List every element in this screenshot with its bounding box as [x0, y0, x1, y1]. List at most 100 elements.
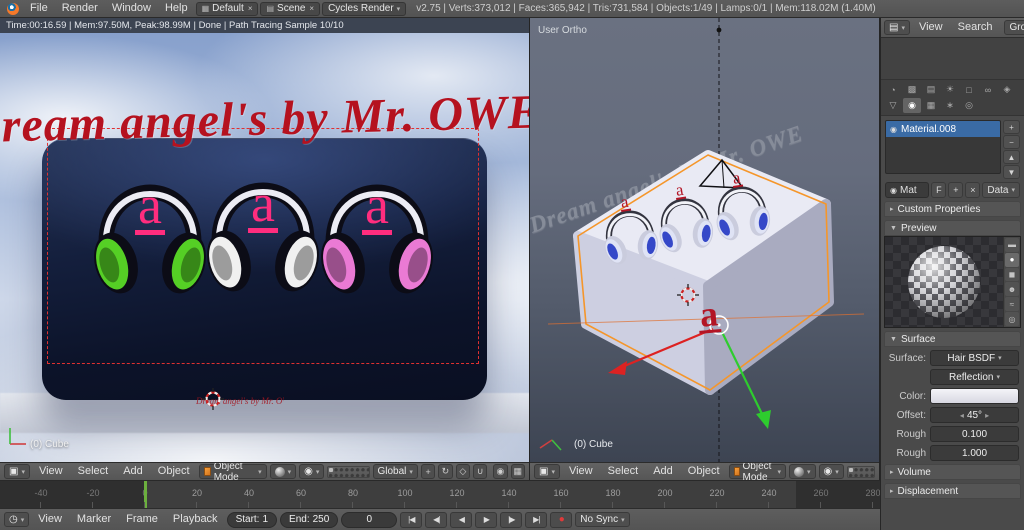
tab-particles[interactable]: ∗	[941, 98, 959, 113]
panel-custom-properties[interactable]: ▸ Custom Properties	[884, 201, 1021, 217]
previous-keyframe-button[interactable]: ◀|	[425, 512, 447, 528]
tab-data[interactable]: ▽	[884, 98, 902, 113]
tab-world[interactable]: ☀	[941, 82, 959, 97]
menu-select[interactable]: Select	[602, 463, 645, 480]
new-material-button[interactable]: +	[948, 182, 963, 198]
material-slots[interactable]: ◉ Material.008	[885, 120, 1001, 174]
link-data-selector[interactable]: Data ▾	[982, 182, 1020, 198]
tab-render[interactable]: ◔	[884, 82, 902, 97]
next-keyframe-button[interactable]: |▶	[500, 512, 522, 528]
rendered-3d-view[interactable]: Dream angel's by Mr. OWE	[0, 33, 529, 462]
material-slot-selected[interactable]: ◉ Material.008	[886, 121, 1000, 137]
outliner-tree[interactable]	[881, 38, 1024, 80]
preview-hair-button[interactable]: ≈	[1005, 297, 1019, 311]
menu-help[interactable]: Help	[159, 0, 194, 17]
layers-widget[interactable]	[847, 466, 875, 478]
editor-type-button[interactable]: ▣ ▾	[4, 464, 30, 479]
menu-object[interactable]: Object	[682, 463, 726, 480]
menu-object[interactable]: Object	[152, 463, 196, 480]
layers-widget[interactable]	[327, 466, 369, 478]
menu-view[interactable]: View	[32, 511, 68, 528]
menu-select[interactable]: Select	[72, 463, 115, 480]
menu-render[interactable]: Render	[56, 0, 104, 17]
menu-add[interactable]: Add	[647, 463, 679, 480]
opengl-render-button[interactable]: ◉	[493, 464, 507, 479]
jump-to-start-button[interactable]: |◀	[400, 512, 422, 528]
menu-add[interactable]: Add	[117, 463, 149, 480]
preview-monkey-button[interactable]: ☻	[1005, 282, 1019, 296]
panel-displacement[interactable]: ▸ Displacement	[884, 483, 1021, 499]
move-slot-down-button[interactable]: ▼	[1003, 165, 1020, 179]
current-frame-field[interactable]: 0	[341, 512, 397, 528]
decrement-icon[interactable]: ◂	[960, 411, 964, 420]
menu-marker[interactable]: Marker	[71, 511, 117, 528]
remove-slot-button[interactable]: −	[1003, 135, 1020, 149]
preview-sphere-button[interactable]: ●	[1005, 253, 1019, 267]
offset-slider[interactable]: ◂ 45° ▸	[930, 407, 1019, 423]
move-slot-up-button[interactable]: ▲	[1003, 150, 1020, 164]
viewport-shading-selector[interactable]: ▾	[270, 464, 297, 479]
color-swatch[interactable]	[930, 388, 1019, 404]
menu-search[interactable]: Search	[952, 19, 999, 36]
tab-physics[interactable]: ◎	[960, 98, 978, 113]
opengl-render-anim-button[interactable]: ▦	[511, 464, 525, 479]
menu-view[interactable]: View	[33, 463, 69, 480]
scene-selector[interactable]: ▤ Scene ×	[260, 2, 320, 16]
increment-icon[interactable]: ▸	[985, 411, 989, 420]
roughness-v-field[interactable]: 1.000	[930, 445, 1019, 461]
roughness-u-field[interactable]: 0.100	[930, 426, 1019, 442]
manipulator-rotate-button[interactable]: ↻	[438, 464, 452, 479]
av-sync-selector[interactable]: No Sync ▾	[575, 512, 629, 527]
tab-constraints[interactable]: ∞	[979, 82, 997, 97]
outliner-display-mode[interactable]: Groups ▾	[1004, 20, 1024, 35]
transform-orientation-selector[interactable]: Global ▾	[373, 464, 418, 479]
add-slot-button[interactable]: +	[1003, 120, 1020, 134]
hair-component-selector[interactable]: Reflection ▾	[930, 369, 1019, 385]
tab-scene[interactable]: ▤	[922, 82, 940, 97]
snap-magnet-button[interactable]: ∪	[473, 464, 487, 479]
mode-selector[interactable]: Object Mode ▾	[199, 464, 267, 479]
manipulator-translate-button[interactable]: +	[421, 464, 435, 479]
viewport-shading-selector[interactable]: ▾	[789, 464, 816, 479]
fake-user-button[interactable]: F	[931, 182, 946, 198]
tab-render-layers[interactable]: ▩	[903, 82, 921, 97]
editor-type-button[interactable]: ▤ ▾	[884, 20, 910, 35]
close-icon[interactable]: ×	[309, 4, 314, 13]
unlink-material-button[interactable]: ×	[965, 182, 980, 198]
editor-type-button[interactable]: ▣ ▾	[534, 464, 560, 479]
play-reverse-button[interactable]: ◀	[450, 512, 472, 528]
panel-volume[interactable]: ▸ Volume	[884, 464, 1021, 480]
auto-keyframe-record-button[interactable]: ●	[550, 512, 572, 528]
current-frame-playhead[interactable]	[144, 481, 147, 508]
preview-cube-button[interactable]: ◼	[1005, 268, 1019, 282]
manipulator-scale-button[interactable]: ◇	[456, 464, 470, 479]
close-icon[interactable]: ×	[248, 4, 253, 13]
surface-shader-selector[interactable]: Hair BSDF ▾	[930, 350, 1019, 366]
jump-to-end-button[interactable]: ▶|	[525, 512, 547, 528]
preview-flat-button[interactable]: ▬	[1005, 238, 1019, 252]
menu-view[interactable]: View	[563, 463, 599, 480]
preview-sphere2-button[interactable]: ◎	[1005, 312, 1019, 326]
render-engine-selector[interactable]: Cycles Render ▾	[322, 2, 406, 16]
blender-logo-icon[interactable]	[7, 3, 19, 15]
frame-end-field[interactable]: End: 250	[280, 512, 338, 528]
play-button[interactable]: ▶	[475, 512, 497, 528]
pivot-point-selector[interactable]: ◉ ▾	[299, 464, 324, 479]
screen-layout-selector[interactable]: ▦ Default ×	[196, 2, 259, 16]
tab-material[interactable]: ◉	[903, 98, 921, 113]
tab-object[interactable]: □	[960, 82, 978, 97]
tab-texture[interactable]: ▦	[922, 98, 940, 113]
timeline-ruler[interactable]: -40 -20 0 20 40 60 80 100 120 140 160 18…	[0, 480, 880, 508]
frame-start-field[interactable]: Start: 1	[227, 512, 277, 528]
menu-window[interactable]: Window	[106, 0, 157, 17]
solid-3d-view[interactable]: User Ortho Dream angel's by Mr. OWE	[530, 18, 879, 462]
panel-preview[interactable]: ▼ Preview	[884, 220, 1021, 236]
menu-frame[interactable]: Frame	[120, 511, 164, 528]
menu-playback[interactable]: Playback	[167, 511, 224, 528]
material-browse-field[interactable]: ◉ Mat	[885, 182, 929, 198]
menu-file[interactable]: File	[24, 0, 54, 17]
panel-surface[interactable]: ▼ Surface	[884, 331, 1021, 347]
menu-view[interactable]: View	[913, 19, 949, 36]
pivot-point-selector[interactable]: ◉ ▾	[819, 464, 844, 479]
tab-modifiers[interactable]: ◈	[998, 82, 1016, 97]
